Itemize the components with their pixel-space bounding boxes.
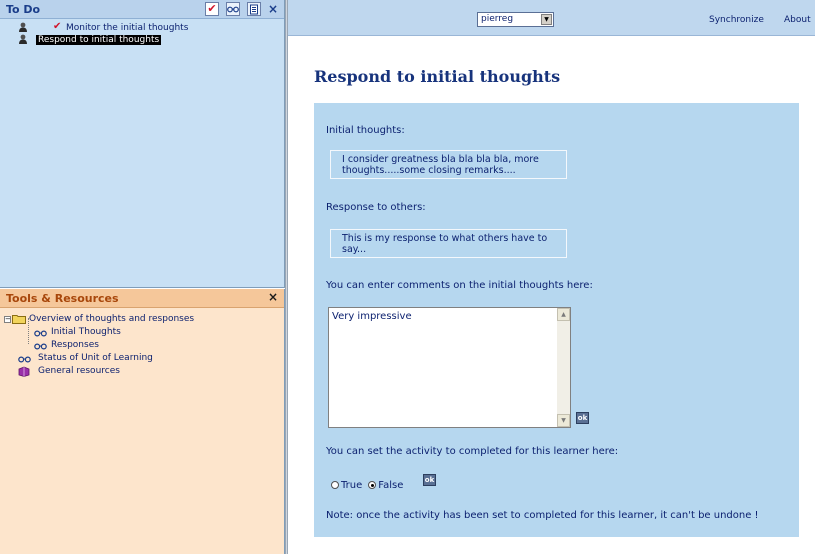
synchronize-link[interactable]: Synchronize (709, 15, 764, 25)
comment-field[interactable]: Very impressive ▲ ▼ (328, 307, 571, 428)
todo-item-monitor[interactable]: ✔ Monitor the initial thoughts (0, 21, 284, 34)
comment-label: You can enter comments on the initial th… (326, 280, 593, 291)
response-label: Response to others: (326, 202, 426, 213)
completed-radio-group: True False (331, 478, 403, 492)
glasses-icon[interactable] (225, 2, 240, 16)
left-column: To Do ✔ × ✔ Monitor the initial thoughts (0, 0, 285, 554)
tree-item-label: Overview of thoughts and responses (29, 314, 195, 324)
todo-panel-title: To Do (6, 3, 41, 16)
chevron-down-icon[interactable]: ▼ (541, 14, 552, 25)
tools-panel-title: Tools & Resources (6, 292, 119, 305)
true-radio-label: True (341, 479, 363, 491)
response-text: This is my response to what others have … (330, 229, 567, 258)
comment-textarea[interactable]: Very impressive (329, 308, 557, 427)
collapse-icon[interactable]: − (4, 316, 11, 323)
todo-panel: To Do ✔ × ✔ Monitor the initial thoughts (0, 0, 285, 288)
initial-thoughts-text: I consider greatness bla bla bla bla, mo… (330, 150, 567, 179)
glasses-icon (34, 342, 47, 350)
resources-tree: − Overview of thoughts and responses Ini… (0, 308, 284, 378)
tree-connector (28, 318, 29, 344)
tree-item-overview[interactable]: − Overview of thoughts and responses (0, 313, 284, 326)
show-completed-icon[interactable]: ✔ (204, 2, 219, 16)
set-completed-button[interactable]: ok (423, 474, 436, 486)
user-select[interactable]: pierreg ▼ (477, 12, 554, 27)
false-radio[interactable] (368, 481, 377, 489)
page-title: Respond to initial thoughts (314, 67, 561, 86)
tree-item-label: Responses (51, 340, 99, 350)
todo-panel-header: To Do ✔ × (0, 0, 284, 19)
scroll-up-icon[interactable]: ▲ (557, 308, 570, 321)
todo-header-icons: ✔ × (204, 2, 278, 16)
todo-list: ✔ Monitor the initial thoughts Respond t… (0, 19, 284, 46)
folder-icon (12, 314, 26, 324)
activity-form: Initial thoughts: I consider greatness b… (314, 103, 799, 537)
glasses-icon (34, 329, 47, 337)
tools-panel-header: Tools & Resources × (0, 289, 284, 308)
glasses-icon (18, 355, 31, 363)
notes-icon[interactable] (246, 2, 261, 16)
tree-item-status[interactable]: Status of Unit of Learning (0, 352, 284, 365)
user-select-value: pierreg (481, 14, 514, 24)
person-icon (18, 34, 28, 45)
main-content: Respond to initial thoughts Initial thou… (288, 37, 815, 554)
tree-item-label: Initial Thoughts (51, 327, 121, 337)
top-bar: pierreg ▼ Synchronize About (288, 0, 815, 36)
tree-item-initial-thoughts[interactable]: Initial Thoughts (0, 326, 284, 339)
completed-check-icon: ✔ (53, 21, 62, 32)
scroll-down-icon[interactable]: ▼ (557, 414, 570, 427)
book-icon (18, 366, 30, 377)
tree-item-responses[interactable]: Responses (0, 339, 284, 352)
initial-thoughts-label: Initial thoughts: (326, 125, 405, 136)
true-radio[interactable] (331, 481, 339, 489)
tree-item-label: General resources (38, 366, 120, 376)
about-link[interactable]: About (784, 15, 811, 25)
person-icon (18, 22, 28, 33)
tools-resources-panel: Tools & Resources × − Overview of though… (0, 289, 285, 554)
todo-item-respond[interactable]: Respond to initial thoughts (0, 34, 284, 46)
todo-item-label: Respond to initial thoughts (36, 35, 162, 45)
comment-scrollbar[interactable]: ▲ ▼ (557, 308, 570, 427)
submit-comment-button[interactable]: ok (576, 412, 589, 424)
tools-close-icon[interactable]: × (268, 291, 278, 303)
completion-note: Note: once the activity has been set to … (326, 510, 759, 521)
todo-close-icon[interactable]: × (268, 3, 278, 15)
completed-label: You can set the activity to completed fo… (326, 446, 619, 457)
tools-header-icons: × (268, 291, 278, 303)
todo-item-label: Monitor the initial thoughts (66, 23, 189, 33)
tree-item-label: Status of Unit of Learning (38, 353, 153, 363)
false-radio-label: False (378, 479, 404, 491)
tree-item-general-resources[interactable]: General resources (0, 365, 284, 378)
